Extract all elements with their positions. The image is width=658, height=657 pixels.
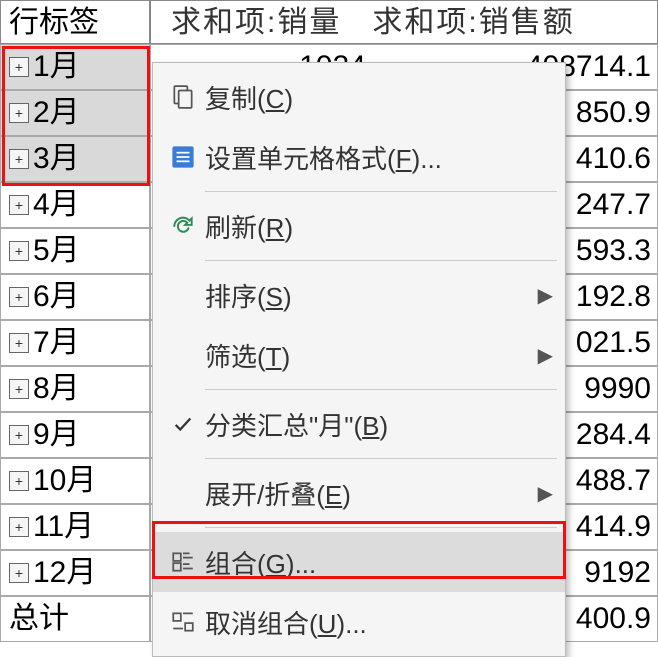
row-label-12[interactable]: + 12月: [0, 550, 150, 596]
row-label-8[interactable]: + 8月: [0, 366, 150, 412]
expand-icon[interactable]: +: [9, 517, 29, 537]
context-menu: 复制(C) 设置单元格格式(F)... 刷新(R) 排序(S) ▶ 筛选(T) …: [152, 62, 566, 657]
menu-filter[interactable]: 筛选(T) ▶: [153, 325, 565, 385]
month-label: 3月: [33, 137, 80, 181]
month-label: 8月: [33, 367, 80, 411]
row-label-6[interactable]: + 6月: [0, 274, 150, 320]
ungroup-icon: [161, 609, 205, 635]
header-rowlabel[interactable]: 行标签: [0, 0, 150, 44]
menu-copy[interactable]: 复制(C): [153, 67, 565, 127]
row-label-2[interactable]: + 2月: [0, 90, 150, 136]
month-label: 6月: [33, 275, 80, 319]
group-icon: [161, 549, 205, 575]
menu-label: 取消组合(U)...: [205, 604, 553, 641]
menu-label: 设置单元格格式(F)...: [205, 139, 553, 176]
format-cells-icon: [161, 144, 205, 170]
month-label: 1月: [33, 45, 80, 89]
expand-icon[interactable]: +: [9, 287, 29, 307]
check-icon: [161, 413, 205, 435]
menu-separator: [205, 260, 557, 261]
row-label-7[interactable]: + 7月: [0, 320, 150, 366]
menu-label: 组合(G)...: [205, 544, 553, 581]
expand-icon[interactable]: +: [9, 563, 29, 583]
menu-expand-collapse[interactable]: 展开/折叠(E) ▶: [153, 463, 565, 523]
menu-sort[interactable]: 排序(S) ▶: [153, 265, 565, 325]
menu-ungroup[interactable]: 取消组合(U)...: [153, 592, 565, 652]
submenu-arrow-icon: ▶: [538, 343, 553, 368]
menu-label: 复制(C): [205, 79, 553, 116]
month-label: 4月: [33, 183, 80, 227]
row-label-4[interactable]: + 4月: [0, 182, 150, 228]
expand-icon[interactable]: +: [9, 103, 29, 123]
menu-subtotal[interactable]: 分类汇总"月"(B): [153, 394, 565, 454]
month-label: 5月: [33, 229, 80, 273]
expand-icon[interactable]: +: [9, 241, 29, 261]
menu-group[interactable]: 组合(G)...: [153, 532, 565, 592]
expand-icon[interactable]: +: [9, 195, 29, 215]
expand-icon[interactable]: +: [9, 149, 29, 169]
month-label: 10月: [33, 459, 96, 503]
refresh-icon: [161, 213, 205, 239]
month-label: 2月: [33, 91, 80, 135]
expand-icon[interactable]: +: [9, 379, 29, 399]
expand-icon[interactable]: +: [9, 57, 29, 77]
menu-separator: [205, 191, 557, 192]
menu-label: 分类汇总"月"(B): [205, 406, 553, 443]
row-label-3[interactable]: + 3月: [0, 136, 150, 182]
copy-icon: [161, 84, 205, 110]
menu-separator: [205, 389, 557, 390]
header-col1: 求和项:销量: [171, 6, 341, 39]
row-label-1[interactable]: + 1月: [0, 44, 150, 90]
month-label: 11月: [33, 505, 94, 549]
menu-label: 筛选(T): [205, 337, 538, 374]
menu-label: 展开/折叠(E): [205, 475, 538, 512]
menu-label: 刷新(R): [205, 208, 553, 245]
menu-refresh[interactable]: 刷新(R): [153, 196, 565, 256]
total-label[interactable]: 总计: [0, 596, 150, 642]
header-col2: 求和项:销售额: [372, 6, 574, 39]
menu-separator: [205, 458, 557, 459]
menu-label: 排序(S): [205, 277, 538, 314]
row-label-5[interactable]: + 5月: [0, 228, 150, 274]
month-label: 12月: [33, 551, 96, 595]
expand-icon[interactable]: +: [9, 333, 29, 353]
submenu-arrow-icon: ▶: [538, 481, 553, 506]
row-label-9[interactable]: + 9月: [0, 412, 150, 458]
row-label-10[interactable]: + 10月: [0, 458, 150, 504]
row-label-11[interactable]: + 11月: [0, 504, 150, 550]
submenu-arrow-icon: ▶: [538, 283, 553, 308]
expand-icon[interactable]: +: [9, 425, 29, 445]
month-label: 9月: [33, 413, 80, 457]
menu-format-cells[interactable]: 设置单元格格式(F)...: [153, 127, 565, 187]
menu-separator: [205, 527, 557, 528]
header-values[interactable]: 求和项:销量 求和项:销售额: [150, 0, 658, 44]
expand-icon[interactable]: +: [9, 471, 29, 491]
month-label: 7月: [33, 321, 80, 365]
